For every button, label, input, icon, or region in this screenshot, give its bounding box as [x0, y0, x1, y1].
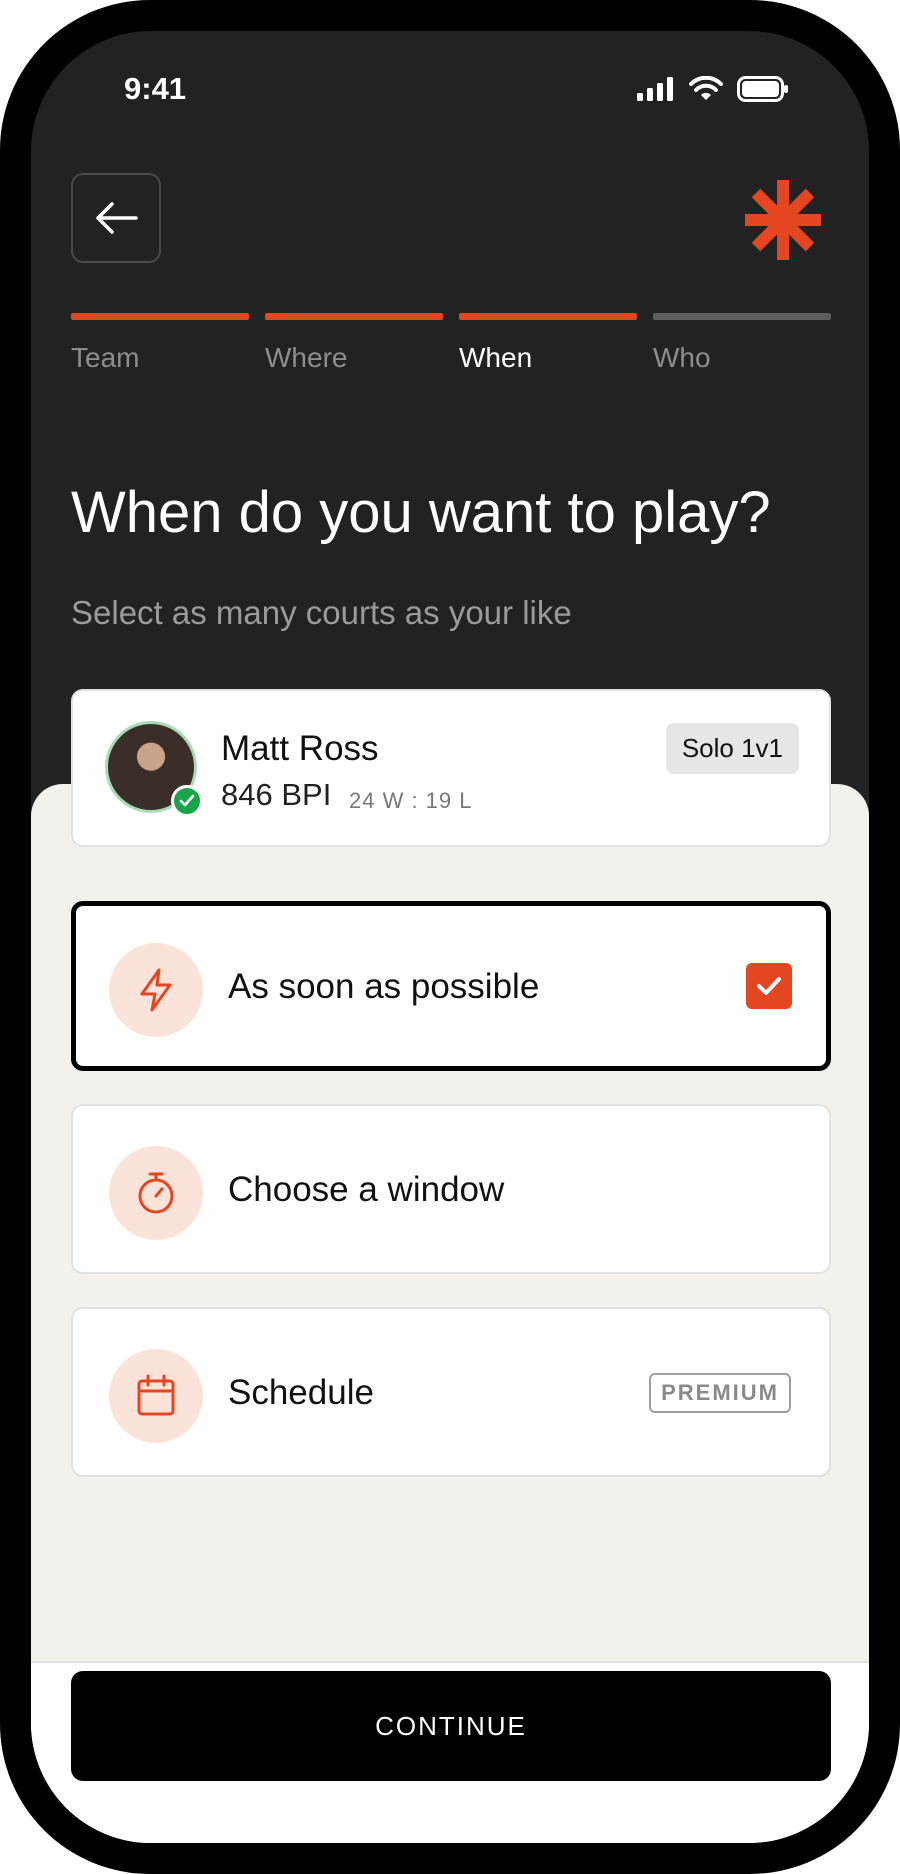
step-label: When — [459, 342, 533, 373]
option-label: Schedule — [228, 1373, 374, 1412]
option-label: Choose a window — [228, 1170, 505, 1209]
checkmark-icon — [757, 977, 781, 995]
option-schedule[interactable]: Schedule PREMIUM — [71, 1307, 831, 1477]
page-subtitle: Select as many courts as your like — [71, 594, 572, 631]
step-label: Where — [265, 342, 348, 373]
calendar-icon — [137, 1374, 175, 1416]
profile-name: Matt Ross — [221, 729, 379, 768]
step-bar — [71, 313, 249, 320]
step-where[interactable]: Where — [265, 313, 443, 374]
continue-button[interactable]: CONTINUE — [71, 1671, 831, 1781]
stopwatch-icon — [138, 1172, 174, 1214]
verified-check-icon — [171, 785, 203, 817]
profile-rating: 846 BPI — [221, 777, 332, 812]
lightning-icon — [140, 968, 172, 1012]
profile-card: Matt Ross 846 BPI 24 W : 19 L Solo 1v1 — [71, 689, 831, 847]
asterisk-logo-icon — [745, 180, 821, 260]
step-label: Team — [71, 342, 140, 373]
cellular-signal-icon — [637, 77, 673, 101]
progress-steps: Team Where When Who — [71, 313, 831, 374]
option-asap[interactable]: As soon as possible — [71, 901, 831, 1071]
step-label: Who — [653, 342, 711, 373]
status-icons — [637, 76, 789, 102]
option-icon-circle — [109, 1146, 203, 1240]
option-icon-circle — [109, 1349, 203, 1443]
step-bar — [459, 313, 637, 320]
battery-icon — [737, 76, 788, 102]
step-team[interactable]: Team — [71, 313, 249, 374]
wifi-icon — [689, 76, 723, 100]
arrow-left-icon — [96, 202, 138, 234]
page-title: When do you want to play? — [71, 480, 771, 545]
option-label: As soon as possible — [228, 967, 540, 1006]
phone-frame: 9:41 Team Where When Who When do you wan… — [0, 0, 900, 1874]
step-who[interactable]: Who — [653, 313, 831, 374]
back-button[interactable] — [71, 173, 161, 263]
mode-badge: Solo 1v1 — [665, 723, 799, 774]
option-choose-window[interactable]: Choose a window — [71, 1104, 831, 1274]
avatar-container — [105, 721, 203, 817]
step-when[interactable]: When — [459, 313, 637, 374]
step-bar — [265, 313, 443, 320]
checkbox-checked[interactable] — [746, 963, 792, 1009]
profile-record: 24 W : 19 L — [349, 788, 473, 813]
screen: 9:41 Team Where When Who When do you wan… — [31, 31, 869, 1843]
option-icon-circle — [109, 943, 203, 1037]
status-time: 9:41 — [124, 71, 187, 106]
step-bar — [653, 313, 831, 320]
premium-tag: PREMIUM — [649, 1373, 791, 1413]
